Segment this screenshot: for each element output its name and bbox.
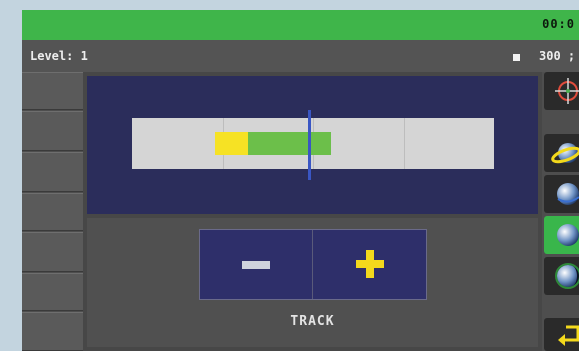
main-area: TRACK: [83, 72, 542, 351]
meter-needle: [308, 110, 312, 180]
meter-division: [403, 118, 405, 169]
globe-icon: [557, 224, 579, 246]
meter-green-segment: [247, 132, 332, 155]
left-soft-button-6[interactable]: [22, 273, 83, 311]
globe-button-2[interactable]: [544, 216, 579, 254]
orbit-yellow-icon: [551, 143, 579, 164]
increase-button[interactable]: [314, 230, 427, 299]
back-button[interactable]: [544, 318, 579, 351]
device-screen: 00:0 Level: 1 300 ; TRACK: [22, 10, 579, 351]
left-soft-button-3[interactable]: [22, 152, 83, 192]
decrease-button[interactable]: [200, 230, 313, 299]
adjust-stepper: [199, 229, 427, 300]
left-soft-button-7[interactable]: [22, 312, 83, 351]
meter-panel: [87, 76, 538, 214]
track-meter: [132, 110, 494, 180]
globe-icon: [557, 183, 579, 205]
meter-yellow-segment: [215, 132, 248, 155]
left-soft-button-5[interactable]: [22, 232, 83, 272]
level-indicator: Level: 1: [30, 49, 88, 63]
info-bar: Level: 1 300 ;: [22, 40, 579, 72]
control-panel: TRACK: [87, 218, 538, 347]
globe-shadow-icon: [555, 263, 579, 289]
globe-shadow-button[interactable]: [544, 257, 579, 295]
crosshair-target-icon: [555, 78, 579, 104]
status-bar: 00:0: [22, 10, 579, 40]
count-readout: 300 ;: [539, 49, 576, 63]
orbit-button[interactable]: [544, 134, 579, 172]
target-button[interactable]: [544, 72, 579, 110]
clock-readout: 00:0: [542, 17, 575, 31]
globe-button-1[interactable]: [544, 175, 579, 213]
minus-icon: [242, 261, 270, 269]
left-soft-button-4[interactable]: [22, 193, 83, 231]
right-toolbar: [542, 72, 579, 351]
stop-square-icon: [513, 54, 520, 61]
return-arrow-icon: [558, 325, 579, 346]
mode-label: TRACK: [290, 314, 335, 329]
left-soft-button-1[interactable]: [22, 72, 83, 110]
left-button-column: [22, 72, 83, 351]
left-soft-button-2[interactable]: [22, 111, 83, 151]
